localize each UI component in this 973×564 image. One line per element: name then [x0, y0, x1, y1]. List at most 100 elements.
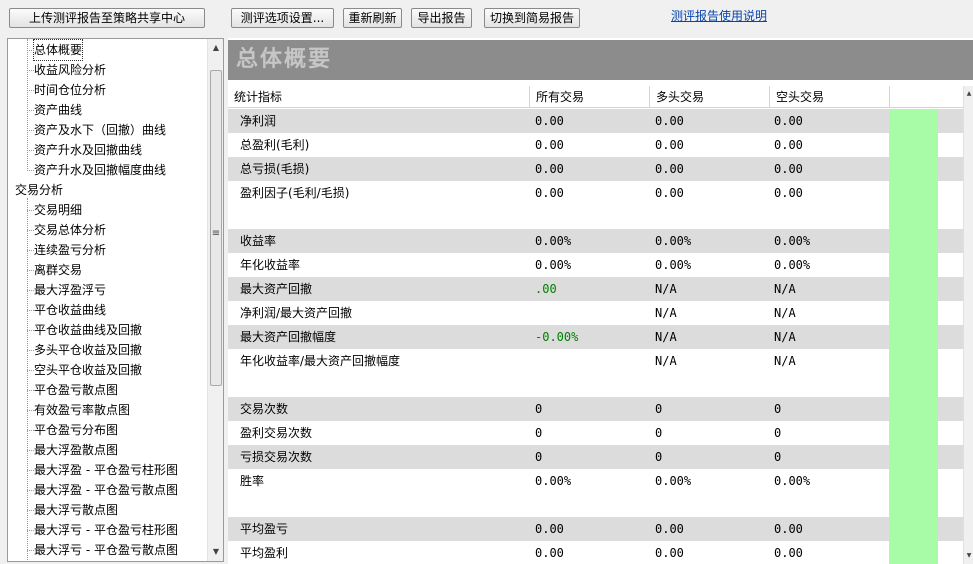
tree-connector — [27, 198, 28, 561]
tree-connector — [27, 70, 34, 71]
tree-connector — [27, 450, 34, 451]
scroll-down-arrow-icon[interactable]: ▼ — [208, 544, 223, 560]
table-row: 交易次数 0 0 0 — [228, 397, 968, 421]
metric-name-cell: 盈利交易次数 — [240, 426, 313, 440]
long-trades-cell: 0.00 — [655, 546, 684, 560]
switch-simple-report-button[interactable]: 切换到简易报告 — [484, 8, 580, 28]
tree-connector — [27, 290, 34, 291]
long-trades-cell: 0.00 — [655, 522, 684, 536]
usage-help-link[interactable]: 测评报告使用说明 — [671, 7, 767, 24]
long-trades-cell: 0.00% — [655, 474, 692, 488]
tree-item[interactable]: 资产及水下（回撤）曲线 — [34, 120, 166, 140]
options-settings-button[interactable]: 测评选项设置... — [231, 8, 334, 28]
all-trades-cell: 0.00 — [535, 186, 564, 200]
tree-item[interactable]: 总体概要 — [32, 39, 84, 61]
tree-item[interactable]: 离群交易 — [34, 260, 82, 280]
table-row: 总盈利(毛利) 0.00 0.00 0.00 — [228, 133, 968, 157]
all-trades-cell: -0.00% — [535, 330, 579, 344]
tree-item[interactable]: 最大浮亏 - 平仓盈亏柱形图 — [34, 520, 178, 540]
metric-name-cell: 平均盈利 — [240, 546, 289, 560]
metric-name-cell: 总亏损(毛损) — [240, 162, 310, 176]
tree-item[interactable]: 交易明细 — [34, 200, 82, 220]
tree-scrollbar[interactable]: ▲ ≡ ▼ — [207, 39, 223, 561]
long-trades-cell: N/A — [655, 282, 677, 296]
upload-report-button[interactable]: 上传测评报告至策略共享中心 — [9, 8, 205, 28]
metric-name-cell: 胜率 — [240, 474, 265, 488]
tree-connector — [27, 410, 34, 411]
all-trades-cell: 0.00 — [535, 138, 564, 152]
short-trades-cell: N/A — [774, 282, 796, 296]
all-trades-cell: 0.00% — [535, 258, 572, 272]
tree-connector — [27, 470, 34, 471]
metric-name-cell: 最大资产回撤幅度 — [240, 330, 337, 344]
tree-connector — [27, 210, 34, 211]
tree-item[interactable]: 最大浮盈 - 平仓盈亏柱形图 — [34, 460, 178, 480]
table-row: 净利润 0.00 0.00 0.00 — [228, 109, 968, 133]
short-trades-cell: N/A — [774, 354, 796, 368]
tree-item[interactable]: 时间仓位分析 — [34, 80, 106, 100]
metric-name-cell: 亏损交易次数 — [240, 450, 313, 464]
tree-item[interactable]: 空头平仓收益及回撤 — [34, 360, 142, 380]
tree-item[interactable]: 资产曲线 — [34, 100, 82, 120]
highlight-column — [889, 109, 938, 564]
all-trades-cell: 0 — [535, 402, 543, 416]
export-report-button[interactable]: 导出报告 — [411, 8, 472, 28]
tree-item[interactable]: 平仓收益曲线及回撤 — [34, 320, 142, 340]
tree-connector — [27, 490, 34, 491]
column-header-all-trades[interactable]: 所有交易 — [530, 86, 650, 108]
long-trades-cell: 0 — [655, 402, 663, 416]
report-content: 总体概要 统计指标 所有交易 多头交易 空头交易 净利润 0.00 0.00 0.00… — [228, 38, 973, 564]
scroll-up-arrow-icon[interactable]: ▲ — [208, 40, 223, 56]
table-row: 盈利因子(毛利/毛损) 0.00 0.00 0.00 — [228, 181, 968, 229]
tree-connector — [27, 90, 34, 91]
tree-item[interactable]: 资产升水及回撤曲线 — [34, 140, 142, 160]
tree-item[interactable]: 最大浮盈浮亏 — [34, 280, 106, 300]
tree-item[interactable]: 有效盈亏率散点图 — [34, 400, 130, 420]
tree-item[interactable]: 资产升水及回撤幅度曲线 — [34, 160, 166, 180]
tree-item[interactable]: 最大浮盈 - 平仓盈亏散点图 — [34, 480, 178, 500]
column-header-metric[interactable]: 统计指标 — [228, 86, 530, 108]
long-trades-cell: 0.00% — [655, 258, 692, 272]
tree-item[interactable]: 最大浮盈散点图 — [34, 440, 118, 460]
tree-item[interactable]: 最大浮亏散点图 — [34, 500, 118, 520]
report-window: 上传测评报告至策略共享中心 测评选项设置... 重新刷新 导出报告 切换到简易报… — [0, 0, 973, 564]
short-trades-cell: 0.00 — [774, 138, 803, 152]
scroll-grip-icon: ≡ — [211, 228, 221, 239]
tree-item[interactable]: 连续盈亏分析 — [34, 240, 106, 260]
tree-item[interactable]: 多头平仓收益及回撤 — [34, 340, 142, 360]
metric-name-cell: 平均盈亏 — [240, 522, 289, 536]
table-row: 年化收益率 0.00% 0.00% 0.00% — [228, 253, 968, 277]
all-trades-cell: 0.00% — [535, 234, 572, 248]
tree-item[interactable]: 平仓收益曲线 — [34, 300, 106, 320]
scroll-down-arrow-icon[interactable]: ▼ — [964, 548, 973, 564]
tree-item[interactable]: 最大浮亏 - 平仓盈亏散点图 — [34, 540, 178, 560]
metric-name-cell: 收益率 — [240, 234, 277, 248]
tree-item[interactable]: 平仓盈亏散点图 — [34, 380, 118, 400]
content-scrollbar[interactable]: ▲ ▼ — [963, 86, 973, 564]
tree-connector — [27, 250, 34, 251]
column-header-short-trades[interactable]: 空头交易 — [770, 86, 890, 108]
metric-name-cell: 净利润 — [240, 114, 277, 128]
metric-name-cell: 年化收益率 — [240, 258, 301, 272]
table-row: 年化收益率/最大资产回撤幅度 N/A N/A — [228, 349, 968, 397]
tree-item[interactable]: 收益风险分析 — [34, 60, 106, 80]
tree-group[interactable]: 交易分析 — [15, 180, 63, 200]
refresh-button[interactable]: 重新刷新 — [343, 8, 402, 28]
all-trades-cell: 0.00% — [535, 474, 572, 488]
tree-item[interactable]: 平仓盈亏分布图 — [34, 420, 118, 440]
page-title: 总体概要 — [236, 47, 333, 72]
all-trades-cell: .00 — [535, 282, 557, 296]
tree-connector — [27, 330, 34, 331]
scroll-up-arrow-icon[interactable]: ▲ — [964, 86, 973, 102]
tree-connector — [27, 150, 34, 151]
column-header-long-trades[interactable]: 多头交易 — [650, 86, 770, 108]
short-trades-cell: 0.00 — [774, 522, 803, 536]
tree-item[interactable]: 交易总体分析 — [34, 220, 106, 240]
long-trades-cell: 0.00 — [655, 186, 684, 200]
metric-name-cell: 盈利因子(毛利/毛损) — [240, 186, 350, 200]
table-row: 盈利交易次数 0 0 0 — [228, 421, 968, 445]
metric-name-cell: 交易次数 — [240, 402, 289, 416]
report-nav-tree: 总体概要 收益风险分析 时间仓位分析 资产曲线 资产及水下（回撤）曲线 资产升水及回撤曲线… — [7, 38, 224, 562]
table-row: 最大资产回撤 .00 N/A N/A — [228, 277, 968, 301]
toolbar: 上传测评报告至策略共享中心 测评选项设置... 重新刷新 导出报告 切换到简易报… — [0, 0, 973, 36]
